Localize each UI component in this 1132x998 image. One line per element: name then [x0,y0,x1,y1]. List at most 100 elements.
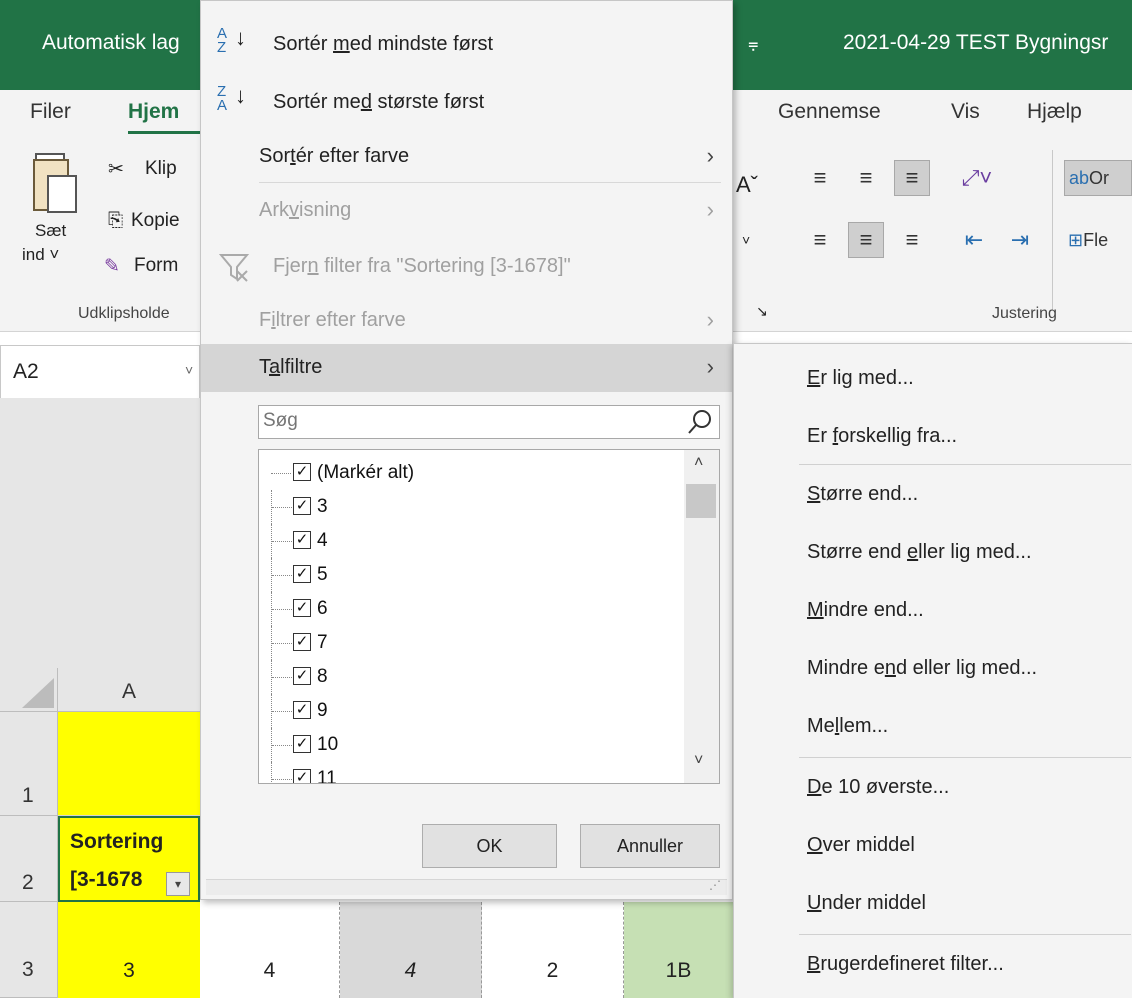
decrease-indent-icon[interactable]: ⇤ [956,222,992,258]
scroll-up-icon[interactable]: ˄ [694,454,703,472]
menu-sort-descending[interactable]: ZA ↓ Sortér med største først [201,77,732,129]
filter-dropdown-button[interactable]: ▾ [166,872,190,896]
format-painter-icon: ✎ [104,256,120,277]
menu-sort-by-color[interactable]: Sortér efter farve › [201,131,732,183]
align-middle-icon[interactable]: ≡ [848,160,884,196]
increase-font-icon[interactable]: Aˇ [736,172,758,198]
format-painter-button[interactable]: Form [134,255,178,277]
submenu-less-than[interactable]: Mindre end... [734,582,1131,640]
list-item[interactable]: ✓ 8 [259,660,679,694]
checkbox-checked-icon[interactable]: ✓ [293,735,311,753]
list-item[interactable]: ✓ 7 [259,626,679,660]
checkbox-checked-icon[interactable]: ✓ [293,599,311,617]
tab-home[interactable]: Hjem [128,100,179,124]
submenu-below-average[interactable]: Under middel [734,875,1131,933]
menu-number-filters[interactable]: Talfiltre › [201,344,732,392]
copy-button[interactable]: Kopie [131,210,180,232]
submenu-not-equals[interactable]: Er forskellig fra... [734,408,1131,466]
column-header-a[interactable]: A [58,668,200,712]
list-item[interactable]: ✓ 10 [259,728,679,762]
align-left-icon[interactable]: ≡ [802,222,838,258]
checkbox-checked-icon[interactable]: ✓ [293,667,311,685]
increase-indent-icon[interactable]: ⇥ [1002,222,1038,258]
merge-center-button[interactable]: ⊞ Fle [1064,222,1132,258]
list-item[interactable]: ✓ 11 [259,762,679,783]
align-top-icon[interactable]: ≡ [802,160,838,196]
submenu-greater-than[interactable]: Større end... [734,466,1131,524]
list-item[interactable]: ✓ 5 [259,558,679,592]
row-header-2[interactable]: 2 [0,816,58,902]
scroll-down-icon[interactable]: ˅ [694,752,703,770]
alignment-group-label: Justering [992,305,1057,322]
align-right-icon[interactable]: ≡ [894,222,930,258]
resize-bar[interactable]: ⋰ [206,878,727,895]
checkbox-checked-icon[interactable]: ✓ [293,633,311,651]
paste-button[interactable] [22,146,78,286]
chevron-right-icon: › [706,197,714,222]
submenu-equals[interactable]: Er lig med... [734,350,1131,408]
list-item[interactable]: ✓ 4 [259,524,679,558]
checkbox-checked-icon[interactable]: ✓ [293,701,311,719]
autosave-label[interactable]: Automatisk lag [42,31,180,55]
list-item[interactable]: ✓ 6 [259,592,679,626]
tab-file[interactable]: Filer [30,100,71,124]
checkbox-checked-icon[interactable]: ✓ [293,769,311,783]
tab-view[interactable]: Vis [951,100,980,124]
list-item-label: (Markér alt) [317,462,415,483]
submenu-top-10[interactable]: De 10 øverste... [734,759,1131,817]
checkbox-checked-icon[interactable]: ✓ [293,565,311,583]
list-item[interactable]: ✓ (Markér alt) [259,456,679,490]
list-item[interactable]: ✓ 9 [259,694,679,728]
search-input[interactable] [259,406,679,436]
submenu-between[interactable]: Mellem... [734,698,1131,756]
submenu-greater-or-equal[interactable]: Større end eller lig med... [734,524,1131,582]
cell-a2[interactable]: Sortering [3-1678 ▾ [58,816,200,902]
chevron-right-icon: › [706,354,714,379]
wrap-text-button[interactable]: ab Or [1064,160,1132,196]
menu-clear-filter: Fjern filter fra "Sortering [3-1678]" [201,241,732,293]
submenu-less-or-equal[interactable]: Mindre end eller lig med... [734,640,1131,698]
checkbox-checked-icon[interactable]: ✓ [293,531,311,549]
cell-c3[interactable]: 4 [340,902,482,998]
orientation-icon[interactable]: ⤢˅ [950,160,1004,196]
align-center-icon[interactable]: ≡ [848,222,884,258]
cell-a2-line2: [3-1678 [70,868,143,891]
qat-customize-icon[interactable]: ⩦ [748,33,759,54]
name-box-dropdown-icon[interactable]: ˅ [185,362,193,378]
ok-button[interactable]: OK [422,824,557,868]
name-box[interactable]: A2 ˅ [0,345,200,399]
name-box-value: A2 [13,360,39,383]
select-all-corner[interactable] [0,668,58,712]
align-bottom-icon[interactable]: ≡ [894,160,930,196]
search-icon [688,410,711,434]
cell-e3[interactable]: 1B [624,902,733,998]
submenu-item-label: Er lig med... [807,367,914,389]
cell-b3[interactable]: 4 [200,902,340,998]
sort-arrow-icon: ↓ [235,25,246,50]
cell-a3[interactable]: 3 [58,902,200,998]
row-header-1[interactable]: 1 [0,712,58,816]
cell-d3[interactable]: 2 [482,902,624,998]
cut-button[interactable]: Klip [145,158,177,180]
row-header-3[interactable]: 3 [0,902,58,998]
font-dialog-launcher-icon[interactable]: ↘ [756,303,768,320]
scrollbar-thumb[interactable] [686,484,716,518]
checkbox-checked-icon[interactable]: ✓ [293,497,311,515]
submenu-custom-filter[interactable]: Brugerdefineret filter... [734,936,1131,994]
submenu-above-average[interactable]: Over middel [734,817,1131,875]
search-field[interactable] [258,405,720,439]
font-dropdown-icon[interactable]: ˅ [742,232,750,248]
menu-sort-ascending[interactable]: AZ ↓ Sortér med mindste først [201,19,732,71]
tab-review[interactable]: Gennemse [778,100,881,124]
checkbox-checked-icon[interactable]: ✓ [293,463,311,481]
submenu-item-label: Større end... [807,483,919,505]
tab-help[interactable]: Hjælp [1027,100,1082,124]
cell-a1[interactable] [58,712,200,816]
paste-label-1: Sæt [35,221,67,240]
list-item[interactable]: ✓ 3 [259,490,679,524]
list-scrollbar[interactable]: ˄ ˅ [684,450,719,783]
menu-sheet-view: Arkvisning › [201,185,732,237]
cancel-button[interactable]: Annuller [580,824,720,868]
sheet-view-label: Arkvisning [259,199,352,221]
submenu-item-label: Mindre end... [807,599,924,621]
